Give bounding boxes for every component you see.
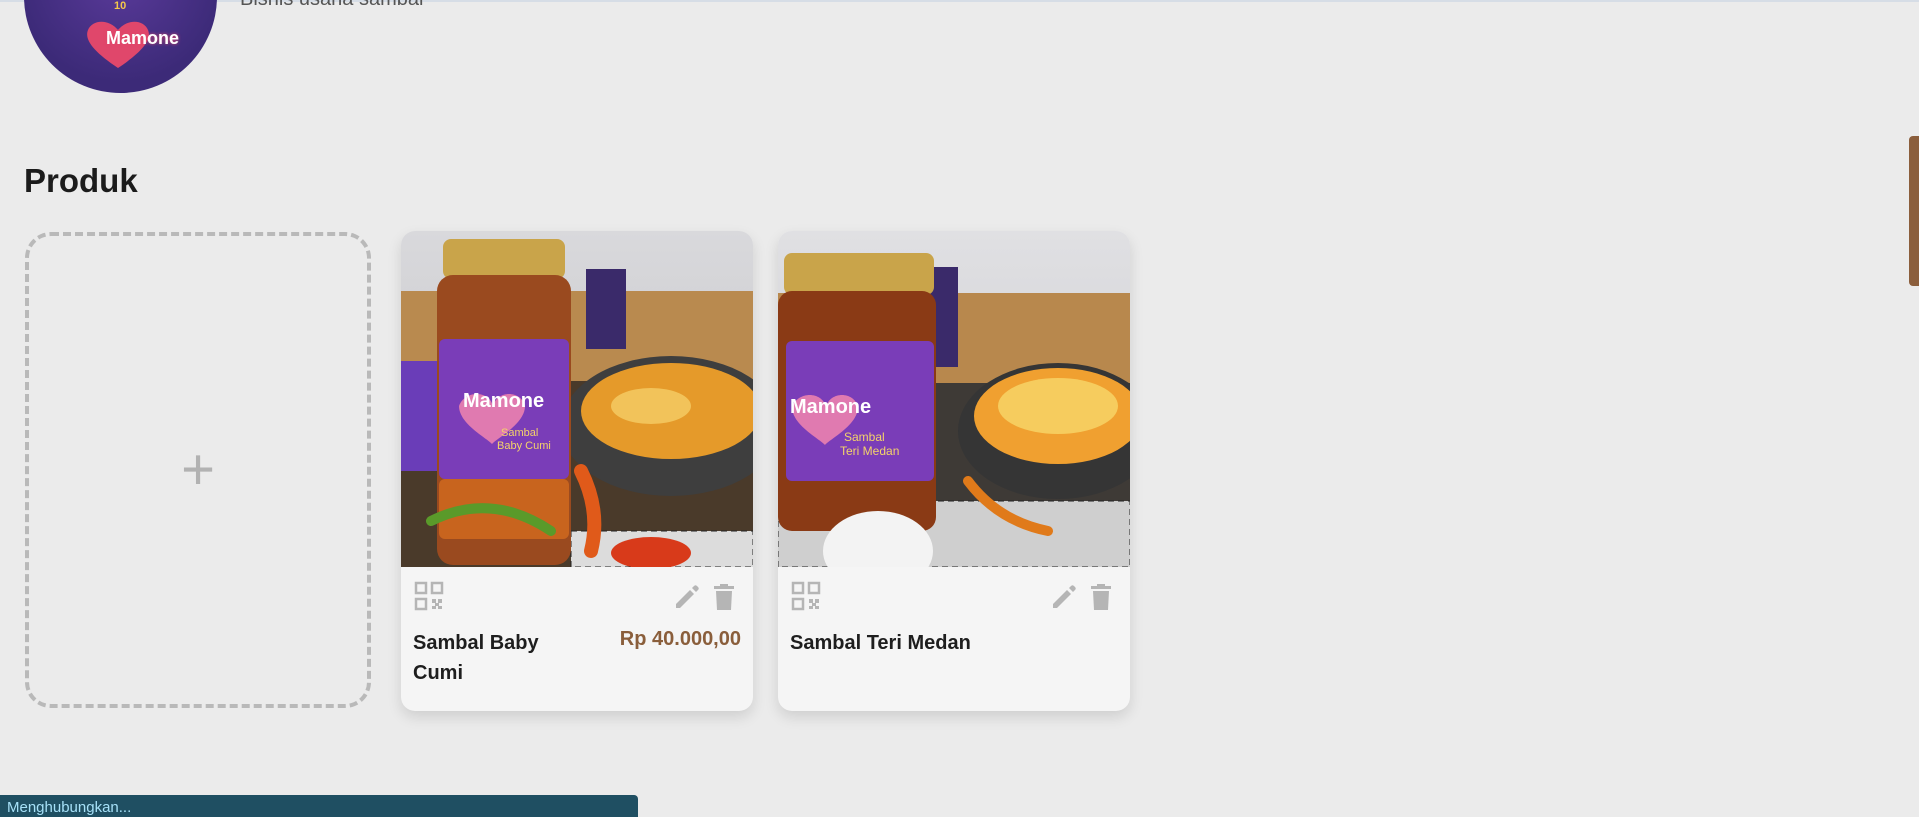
- jar-label-text: Sambal: [844, 430, 885, 444]
- connection-status-bar: Menghubungkan...: [0, 795, 638, 817]
- business-subtitle: Bisnis usaha sambal: [240, 0, 423, 11]
- product-card[interactable]: Mamone Sambal Baby Cumi Sambal Baby Cumi: [401, 231, 753, 711]
- logo-brand-text: Mamone: [106, 28, 180, 48]
- edit-icon[interactable]: [673, 583, 701, 611]
- qr-code-icon[interactable]: [791, 581, 821, 611]
- product-name: Sambal Baby Cumi: [413, 632, 539, 684]
- svg-text:Baby Cumi: Baby Cumi: [497, 440, 551, 452]
- add-product-button[interactable]: +: [25, 232, 371, 708]
- jar-label-text: Sambal: [501, 427, 538, 439]
- plus-icon: +: [181, 437, 215, 502]
- delete-icon[interactable]: [712, 583, 736, 611]
- svg-text:Mamone: Mamone: [790, 396, 871, 418]
- side-scroll-tab[interactable]: [1909, 136, 1919, 286]
- product-image: Mamone Sambal Baby Cumi: [401, 231, 753, 567]
- delete-icon[interactable]: [1089, 583, 1113, 611]
- product-card[interactable]: Mamone Sambal Teri Medan Sambal Teri Med…: [778, 231, 1130, 711]
- product-name: Sambal Teri Medan: [790, 632, 971, 654]
- page-title: Produk: [24, 162, 138, 199]
- svg-text:Mamone: Mamone: [463, 390, 544, 412]
- qr-code-icon[interactable]: [414, 581, 444, 611]
- brand-logo: 10 Mamone: [24, 0, 217, 93]
- logo-number: 10: [114, 0, 127, 12]
- edit-icon[interactable]: [1050, 583, 1078, 611]
- svg-text:Teri Medan: Teri Medan: [840, 444, 899, 458]
- product-price: Rp 40.000,00: [619, 628, 741, 650]
- connection-status-text: Menghubungkan...: [7, 799, 132, 816]
- product-image: Mamone Sambal Teri Medan: [778, 231, 1130, 567]
